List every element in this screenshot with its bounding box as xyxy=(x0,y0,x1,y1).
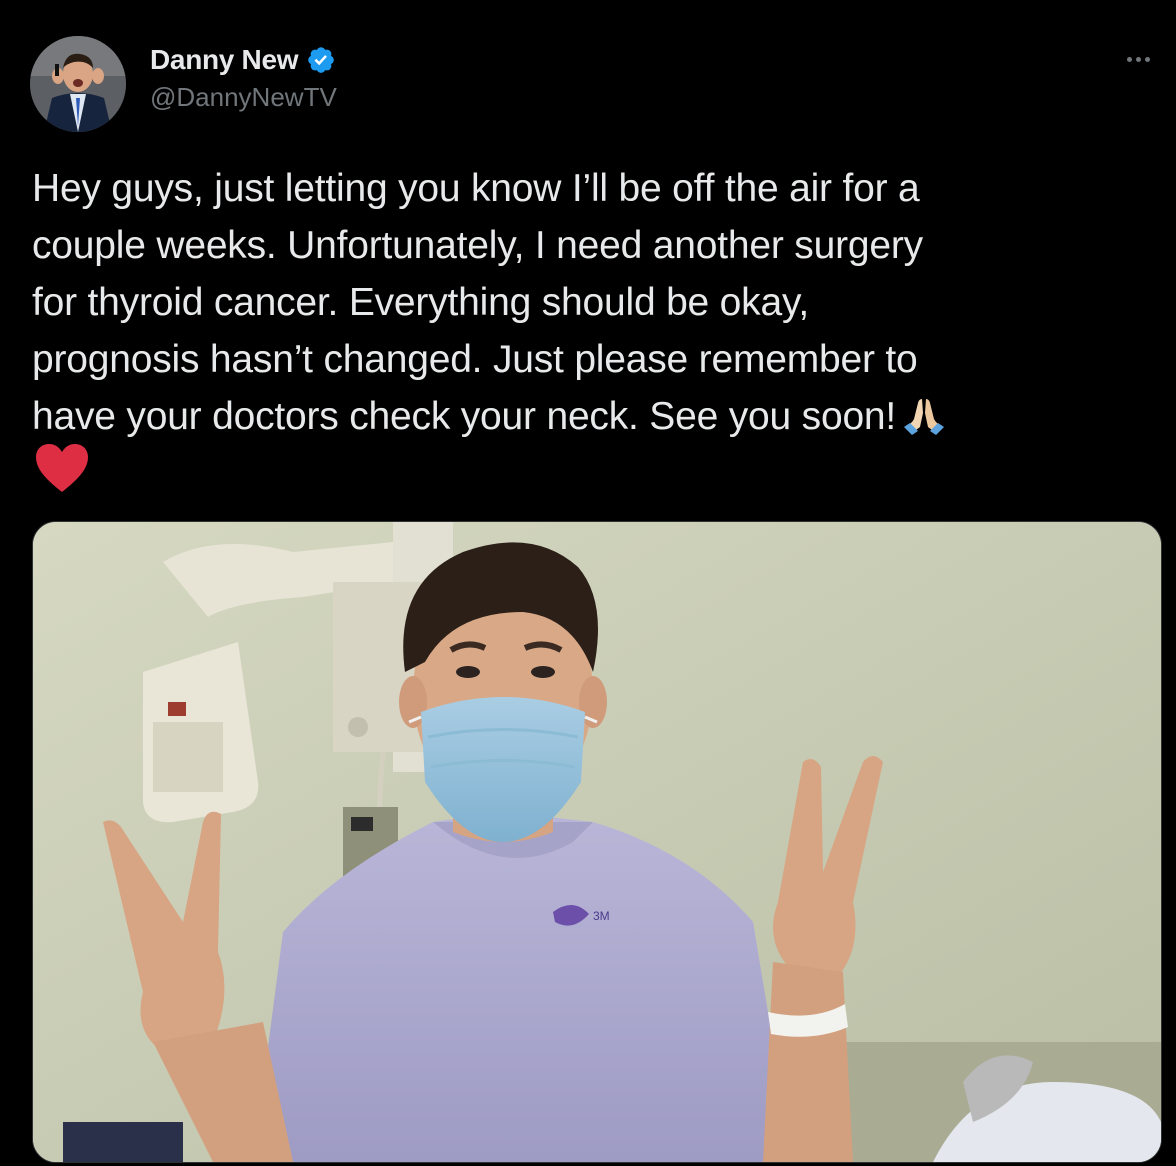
dot xyxy=(1144,56,1150,62)
avatar[interactable] xyxy=(30,36,126,132)
tweet-media-photo[interactable]: 3M xyxy=(32,521,1162,1163)
folded-hands-icon xyxy=(902,393,946,437)
tweet-text: Hey guys, just letting you know I’ll be … xyxy=(32,160,1142,445)
gown-logo-text: 3M xyxy=(593,909,610,923)
verified-badge-icon xyxy=(306,45,336,75)
display-name[interactable]: Danny New xyxy=(150,44,299,76)
user-handle[interactable]: @DannyNewTV xyxy=(150,82,337,113)
hospital-selfie-photo: 3M xyxy=(33,522,1161,1162)
tweet-text-content: Hey guys, just letting you know I’ll be … xyxy=(32,167,923,438)
red-heart-icon xyxy=(34,442,90,494)
avatar-image xyxy=(30,36,126,132)
tweet: Danny New @DannyNewTV Hey guys, just let… xyxy=(0,0,1176,1166)
dot xyxy=(1135,56,1141,62)
dot xyxy=(1126,56,1132,62)
name-row: Danny New xyxy=(150,42,336,78)
more-options-button[interactable] xyxy=(1118,44,1158,74)
